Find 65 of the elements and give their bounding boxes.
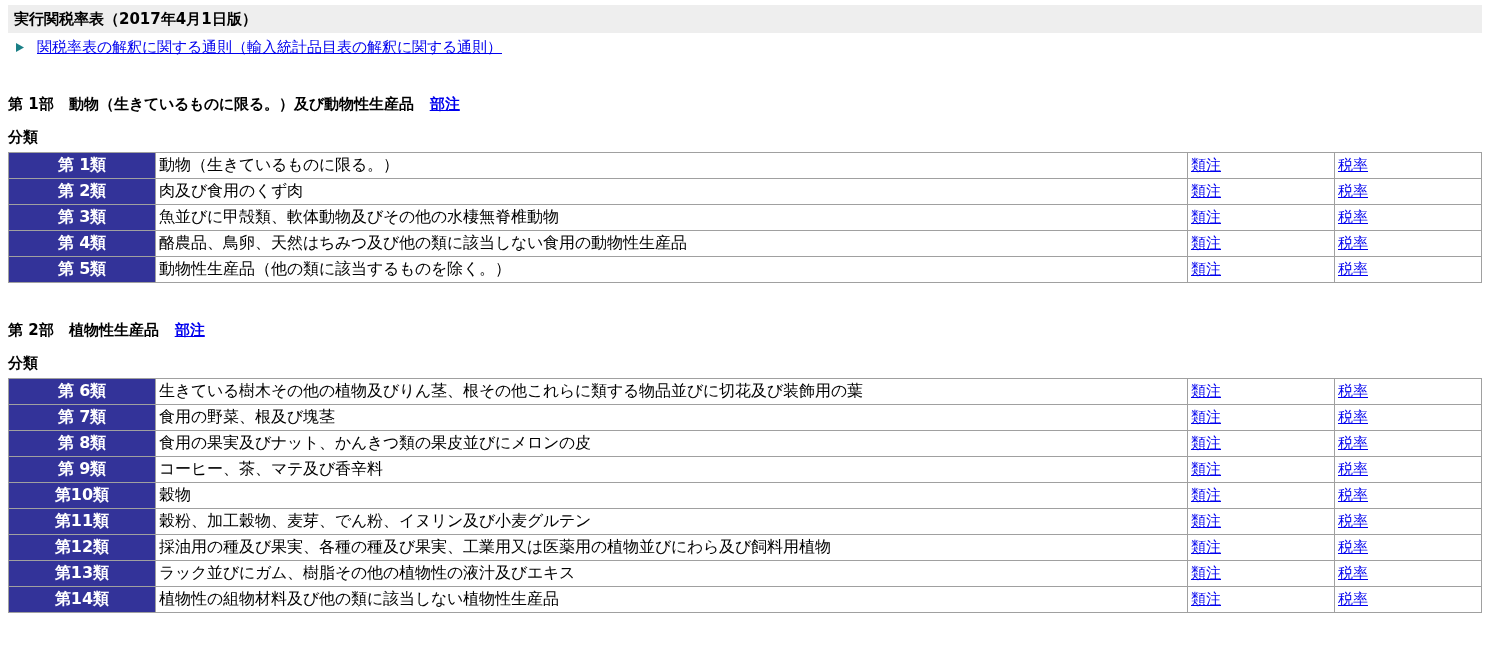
chapter-notes-link[interactable]: 類注 <box>1191 486 1221 504</box>
chapter-cell: 第 2類 <box>8 178 156 205</box>
chapter-notes-link[interactable]: 類注 <box>1191 512 1221 530</box>
chapter-cell: 第 3類 <box>8 204 156 231</box>
description-cell: 食用の果実及びナット、かんきつ類の果皮並びにメロンの皮 <box>155 430 1188 457</box>
description-cell: 食用の野菜、根及び塊茎 <box>155 404 1188 431</box>
tariff-rate-link[interactable]: 税率 <box>1338 564 1368 582</box>
chapter-cell: 第 6類 <box>8 378 156 405</box>
tariff-rate-link[interactable]: 税率 <box>1338 538 1368 556</box>
chapter-notes-link[interactable]: 類注 <box>1191 156 1221 174</box>
tariff-rate-link[interactable]: 税率 <box>1338 234 1368 252</box>
subheading: 分類 <box>8 354 39 374</box>
description-cell: 植物性の組物材料及び他の類に該当しない植物性生産品 <box>155 586 1188 613</box>
chapter-notes-link[interactable]: 類注 <box>1191 590 1221 608</box>
chapter-cell: 第 9類 <box>8 456 156 483</box>
chapter-cell: 第14類 <box>8 586 156 613</box>
tariff-rate-link[interactable]: 税率 <box>1338 434 1368 452</box>
section-notes-link[interactable]: 部注 <box>174 320 205 340</box>
chapter-cell: 第10類 <box>8 482 156 509</box>
description-cell: 採油用の種及び果実、各種の種及び果実、工業用又は医薬用の植物並びにわら及び飼料用植物 <box>155 534 1188 561</box>
description-cell: 穀物 <box>155 482 1188 509</box>
description-cell: 動物性生産品（他の類に該当するものを除く。） <box>155 256 1188 283</box>
triangle-bullet-icon <box>16 42 24 52</box>
section-heading: 第 1部 動物（生きているものに限る。）及び動物性生産品 <box>8 94 414 114</box>
description-cell: 肉及び食用のくず肉 <box>155 178 1188 205</box>
tariff-rate-link[interactable]: 税率 <box>1338 460 1368 478</box>
tariff-rate-link[interactable]: 税率 <box>1338 486 1368 504</box>
general-rules-link[interactable]: 関税率表の解釈に関する通則（輸入統計品目表の解釈に関する通則） <box>37 37 502 57</box>
tariff-rate-link[interactable]: 税率 <box>1338 260 1368 278</box>
page-title: 実行関税率表（2017年4月1日版） <box>8 5 1482 33</box>
description-cell: 動物（生きているものに限る。） <box>155 152 1188 179</box>
tariff-rate-link[interactable]: 税率 <box>1338 208 1368 226</box>
description-cell: 生きている樹木その他の植物及びりん茎、根その他これらに類する物品並びに切花及び装飾用の葉 <box>155 378 1188 405</box>
description-cell: コーヒー、茶、マテ及び香辛料 <box>155 456 1188 483</box>
chapter-notes-link[interactable]: 類注 <box>1191 382 1221 400</box>
subheading: 分類 <box>8 128 39 148</box>
chapter-notes-link[interactable]: 類注 <box>1191 234 1221 252</box>
tariff-rate-link[interactable]: 税率 <box>1338 512 1368 530</box>
chapter-notes-link[interactable]: 類注 <box>1191 538 1221 556</box>
chapter-notes-link[interactable]: 類注 <box>1191 408 1221 426</box>
chapter-cell: 第12類 <box>8 534 156 561</box>
tariff-rate-link[interactable]: 税率 <box>1338 590 1368 608</box>
chapter-cell: 第13類 <box>8 560 156 587</box>
description-cell: 酪農品、鳥卵、天然はちみつ及び他の類に該当しない食用の動物性生産品 <box>155 230 1188 257</box>
chapter-cell: 第 1類 <box>8 152 156 179</box>
chapter-cell: 第 4類 <box>8 230 156 257</box>
chapter-notes-link[interactable]: 類注 <box>1191 434 1221 452</box>
chapter-cell: 第 8類 <box>8 430 156 457</box>
chapter-cell: 第 7類 <box>8 404 156 431</box>
chapter-notes-link[interactable]: 類注 <box>1191 260 1221 278</box>
chapter-cell: 第 5類 <box>8 256 156 283</box>
section-heading: 第 2部 植物性生産品 <box>8 320 159 340</box>
tariff-rate-link[interactable]: 税率 <box>1338 156 1368 174</box>
chapter-notes-link[interactable]: 類注 <box>1191 182 1221 200</box>
chapter-notes-link[interactable]: 類注 <box>1191 564 1221 582</box>
description-cell: ラック並びにガム、樹脂その他の植物性の液汁及びエキス <box>155 560 1188 587</box>
tariff-rate-link[interactable]: 税率 <box>1338 182 1368 200</box>
chapter-notes-link[interactable]: 類注 <box>1191 460 1221 478</box>
tariff-rate-link[interactable]: 税率 <box>1338 408 1368 426</box>
chapter-cell: 第11類 <box>8 508 156 535</box>
tariff-rate-link[interactable]: 税率 <box>1338 382 1368 400</box>
description-cell: 魚並びに甲殻類、軟体動物及びその他の水棲無脊椎動物 <box>155 204 1188 231</box>
section-notes-link[interactable]: 部注 <box>429 94 460 114</box>
description-cell: 穀粉、加工穀物、麦芽、でん粉、イヌリン及び小麦グルテン <box>155 508 1188 535</box>
chapter-notes-link[interactable]: 類注 <box>1191 208 1221 226</box>
